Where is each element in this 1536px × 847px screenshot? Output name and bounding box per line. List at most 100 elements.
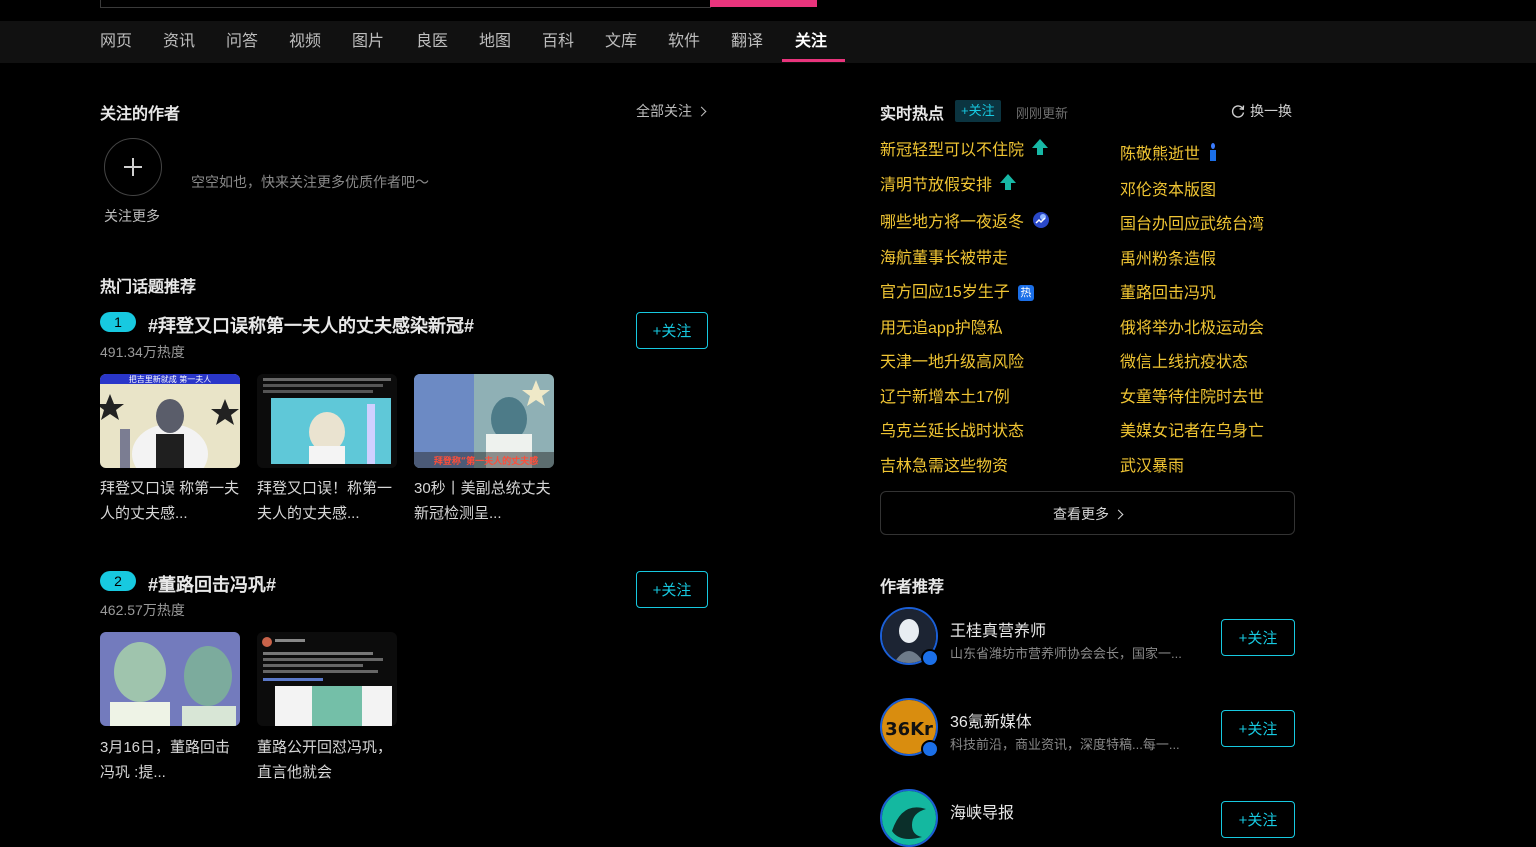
- article-thumbnail[interactable]: [257, 374, 397, 468]
- article-caption[interactable]: 拜登又口误！称第一夫人的丈夫感...: [257, 476, 397, 526]
- refresh-button[interactable]: 换一换: [1230, 101, 1292, 121]
- rank-badge: 1: [100, 312, 136, 332]
- tab-qa[interactable]: 问答: [226, 21, 258, 63]
- refresh-label: 换一换: [1250, 103, 1292, 119]
- tab-news[interactable]: 资讯: [163, 21, 195, 63]
- realtime-follow-tag[interactable]: +关注: [955, 100, 1001, 122]
- hot-item[interactable]: 禹州粉条造假: [1120, 245, 1216, 269]
- hot-item[interactable]: 海航董事长被带走: [880, 244, 1008, 268]
- topic-follow-button[interactable]: +关注: [636, 571, 708, 608]
- search-input[interactable]: [100, 0, 711, 8]
- search-button[interactable]: [710, 0, 817, 7]
- topic-heat: 462.57万热度: [100, 602, 185, 618]
- hot-item[interactable]: 吉林急需这些物资: [880, 452, 1008, 476]
- article-caption[interactable]: 董路公开回怼冯巩，直言他就会: [257, 735, 397, 785]
- avatar[interactable]: [880, 789, 938, 847]
- hot-item-text: 官方回应15岁生子: [880, 284, 1010, 301]
- hot-item[interactable]: 俄将举办北极运动会: [1120, 314, 1264, 338]
- article-caption[interactable]: 拜登又口误 称第一夫人的丈夫感...: [100, 476, 240, 526]
- article-thumbnail[interactable]: [100, 632, 240, 726]
- see-more-button[interactable]: 查看更多: [880, 491, 1295, 535]
- hot-item[interactable]: 天津一地升级高风险: [880, 348, 1024, 372]
- updated-label: 刚刚更新: [1016, 106, 1069, 121]
- topic-title[interactable]: #拜登又口误称第一夫人的丈夫感染新冠#: [148, 312, 474, 338]
- tab-follow[interactable]: 关注: [795, 21, 827, 63]
- author-logo-text: 36Kr: [885, 719, 933, 740]
- hot-item[interactable]: 哪些地方将一夜返冬: [880, 208, 1050, 234]
- author-follow-button[interactable]: +关注: [1221, 710, 1295, 747]
- chevron-right-icon: [1113, 509, 1124, 520]
- hot-badge-icon: 热: [1017, 284, 1034, 301]
- tab-map[interactable]: 地图: [479, 21, 511, 63]
- hot-item[interactable]: 国台办回应武统台湾: [1120, 210, 1264, 234]
- article-image: [257, 374, 397, 468]
- hot-item[interactable]: 武汉暴雨: [1120, 452, 1184, 476]
- tab-software[interactable]: 软件: [668, 21, 700, 63]
- tab-translate[interactable]: 翻译: [731, 21, 763, 63]
- verified-icon: [921, 649, 939, 667]
- author-name[interactable]: 王桂真营养师: [950, 617, 1046, 641]
- hot-item[interactable]: 董路回击冯巩: [1120, 279, 1216, 303]
- tab-web[interactable]: 网页: [100, 21, 132, 63]
- tab-video[interactable]: 视频: [289, 21, 321, 63]
- realtime-hot-title: 实时热点: [880, 106, 945, 123]
- empty-follow-text: 空空如也，快来关注更多优质作者吧～: [191, 174, 429, 190]
- hot-item[interactable]: 邓伦资本版图: [1120, 176, 1216, 200]
- tab-wenku[interactable]: 文库: [605, 21, 637, 63]
- hot-item[interactable]: 女童等待住院时去世: [1120, 383, 1264, 407]
- add-follow-button[interactable]: [104, 138, 162, 196]
- author-name[interactable]: 36氪新媒体: [950, 708, 1032, 732]
- follow-more-label[interactable]: 关注更多: [104, 206, 160, 226]
- author-follow-button[interactable]: +关注: [1221, 801, 1295, 838]
- topic-title[interactable]: #董路回击冯巩#: [148, 571, 276, 597]
- article-image: [257, 632, 397, 726]
- all-follow-label: 全部关注: [636, 103, 692, 119]
- hot-item-text: 陈敬熊逝世: [1120, 146, 1201, 163]
- hot-item-text: 新冠轻型可以不住院: [880, 142, 1025, 159]
- article-image: 把吉里新就成 第一夫人: [100, 374, 240, 468]
- candle-icon: [1208, 143, 1218, 166]
- followed-authors-title: 关注的作者: [100, 106, 181, 123]
- active-tab-indicator: [782, 59, 845, 62]
- author-desc: 科技前沿，商业资讯，深度特稿...每一...: [950, 737, 1180, 752]
- chevron-right-icon: [696, 106, 707, 117]
- rising-arrow-icon: [1000, 174, 1017, 197]
- tab-doctor[interactable]: 良医: [416, 21, 448, 63]
- weather-icon: [1032, 211, 1050, 234]
- thumbnail-overlay-text: 把吉里新就成 第一夫人: [129, 374, 212, 384]
- article-caption[interactable]: 3月16日，董路回击冯巩 :提...: [100, 735, 240, 785]
- article-thumbnail[interactable]: [257, 632, 397, 726]
- hot-item[interactable]: 辽宁新增本土17例: [880, 383, 1010, 407]
- article-thumbnail[interactable]: 把吉里新就成 第一夫人: [100, 374, 240, 468]
- rank-badge: 2: [100, 571, 136, 591]
- hot-item[interactable]: 新冠轻型可以不住院: [880, 136, 1049, 162]
- author-follow-button[interactable]: +关注: [1221, 619, 1295, 656]
- hot-item-text: 清明节放假安排: [880, 177, 993, 194]
- article-thumbnail[interactable]: 拜登称“第一夫人的丈夫感: [414, 374, 554, 468]
- verified-icon: [921, 740, 939, 758]
- hot-item[interactable]: 官方回应15岁生子热: [880, 278, 1034, 302]
- all-follow-link[interactable]: 全部关注: [636, 101, 707, 121]
- topic-follow-button[interactable]: +关注: [636, 312, 708, 349]
- author-recs-title: 作者推荐: [880, 579, 945, 596]
- tab-images[interactable]: 图片: [352, 21, 384, 63]
- hot-item[interactable]: 用无追app护隐私: [880, 314, 1003, 338]
- author-name[interactable]: 海峡导报: [950, 799, 1014, 823]
- article-image: 拜登称“第一夫人的丈夫感: [414, 374, 554, 468]
- hot-item[interactable]: 乌克兰延长战时状态: [880, 417, 1024, 441]
- refresh-icon: [1231, 105, 1245, 118]
- hot-item[interactable]: 微信上线抗疫状态: [1120, 348, 1248, 372]
- hot-item[interactable]: 清明节放假安排: [880, 171, 1017, 197]
- article-image: [100, 632, 240, 726]
- hot-item[interactable]: 美媒女记者在乌身亡: [1120, 417, 1264, 441]
- topic-heat: 491.34万热度: [100, 344, 185, 360]
- hot-topics-title: 热门话题推荐: [100, 279, 197, 296]
- author-desc: 山东省潍坊市营养师协会会长，国家一...: [950, 646, 1182, 661]
- see-more-label: 查看更多: [1053, 506, 1109, 522]
- thumbnail-overlay-text: 拜登称“第一夫人的丈夫感: [434, 455, 538, 467]
- hot-item-text: 哪些地方将一夜返冬: [880, 214, 1025, 231]
- tab-baike[interactable]: 百科: [542, 21, 574, 63]
- article-caption[interactable]: 30秒丨美副总统丈夫新冠检测呈...: [414, 476, 554, 526]
- hot-item[interactable]: 陈敬熊逝世: [1120, 140, 1218, 166]
- rising-arrow-icon: [1032, 139, 1049, 162]
